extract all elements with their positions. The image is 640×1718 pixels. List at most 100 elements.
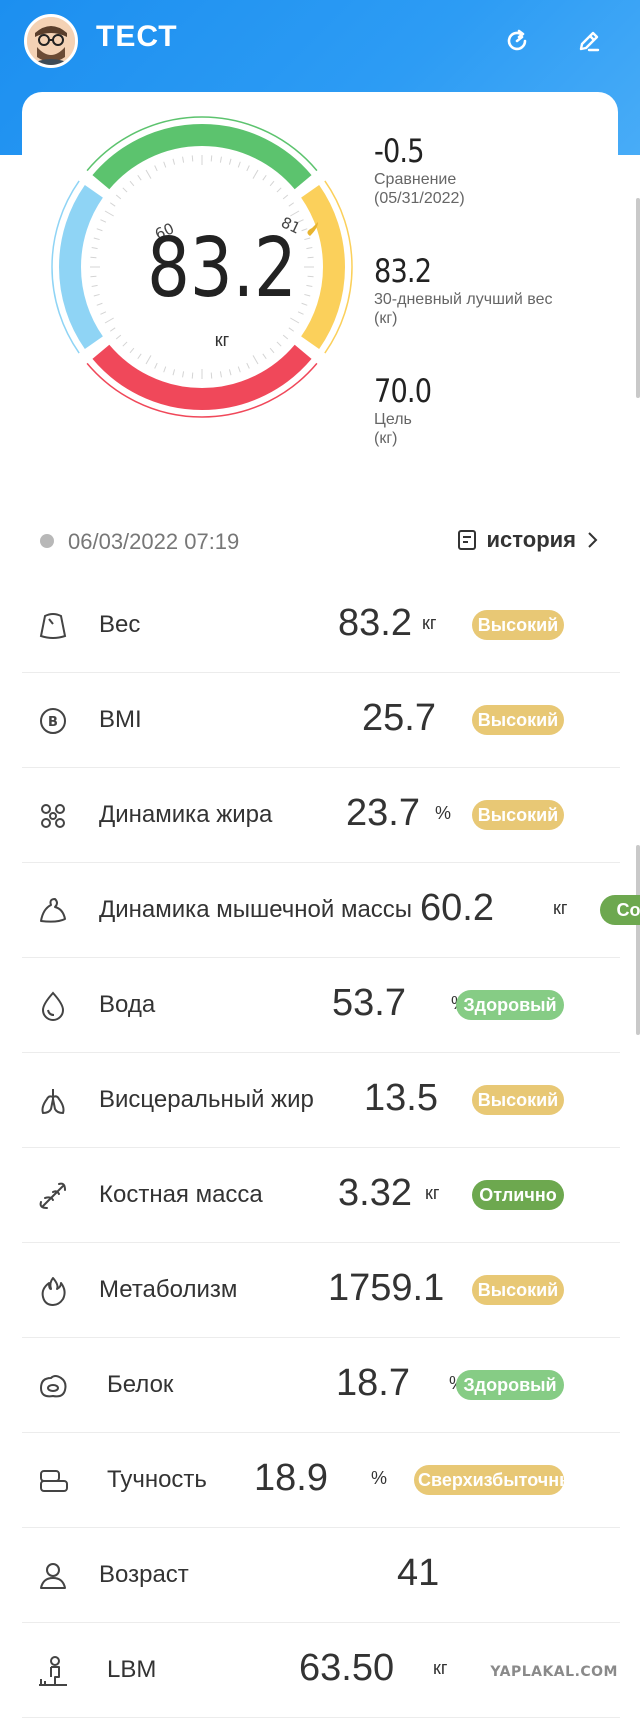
metrics-list: Вес 83.2 кг Высокий B BMI 25.7 Высокий Динамика … bbox=[22, 578, 640, 1718]
status-badge: Отлично bbox=[472, 1180, 564, 1210]
gauge-tick bbox=[163, 161, 167, 168]
gauge-tick bbox=[288, 202, 295, 207]
status-badge: Сверхизбыточный bbox=[414, 1465, 564, 1495]
status-badge: Высокий bbox=[472, 800, 564, 830]
gauge-tick bbox=[262, 353, 267, 360]
metric-row[interactable]: Вода53.7%Здоровый bbox=[22, 958, 620, 1053]
goal-label: Цель bbox=[374, 411, 412, 428]
gauge-tick bbox=[219, 156, 222, 163]
gauge-tick bbox=[129, 347, 135, 354]
metric-row[interactable]: B BMI 25.7 Высокий bbox=[22, 673, 620, 768]
gauge-tick bbox=[246, 165, 250, 172]
gauge-tick bbox=[276, 341, 282, 347]
body-icon bbox=[39, 1656, 67, 1686]
metric-name: Костная масса bbox=[99, 1181, 263, 1208]
chevron-right-icon bbox=[588, 532, 598, 548]
metric-row[interactable]: Вес 83.2 кг Высокий bbox=[22, 578, 620, 673]
gauge-tick bbox=[115, 194, 122, 200]
history-doc-icon bbox=[457, 530, 476, 550]
gauge-tick bbox=[297, 311, 304, 315]
metric-value: 1759.1 bbox=[328, 1267, 445, 1309]
metric-value: 3.32 bbox=[338, 1172, 412, 1214]
metric-row[interactable]: Висцеральный жир 13.5 Высокий bbox=[22, 1053, 620, 1148]
gauge-tick bbox=[228, 369, 232, 376]
protein-icon bbox=[39, 1375, 67, 1398]
gauge-tick bbox=[137, 174, 142, 181]
metric-name: Вес bbox=[99, 611, 141, 638]
gauge-tick bbox=[262, 174, 267, 181]
scale-icon bbox=[39, 613, 67, 639]
gauge-tick bbox=[228, 158, 232, 165]
gauge-tick bbox=[90, 256, 97, 259]
gauge-weight-value: 83.2 bbox=[147, 219, 297, 315]
best-weight-label: 30-дневный лучший вес bbox=[374, 291, 553, 308]
gauge-tick bbox=[91, 247, 98, 250]
gauge-tick bbox=[219, 371, 222, 378]
history-link[interactable]: история bbox=[457, 527, 598, 553]
metric-row[interactable]: Тучность 18.9% Сверхизбыточный bbox=[22, 1433, 620, 1528]
compare-value: -0.5 bbox=[374, 132, 425, 170]
scrollbar-top[interactable] bbox=[636, 198, 640, 398]
weight-gauge: 60 81 83.2 кг bbox=[51, 116, 353, 418]
gauge-tick bbox=[288, 327, 295, 332]
gauge-tick bbox=[246, 362, 250, 369]
metric-row[interactable]: Динамика жира 23.7% Высокий bbox=[22, 768, 620, 863]
metric-row[interactable]: Возраст 41 bbox=[22, 1528, 620, 1623]
metric-value: 60.2 bbox=[420, 887, 494, 929]
metric-value: 25.7 bbox=[362, 697, 436, 739]
gauge-tick bbox=[276, 187, 282, 193]
status-badge: Высокий bbox=[472, 1085, 564, 1115]
goal-stat: 70.0 Цель (кг) bbox=[374, 372, 441, 448]
refresh-icon bbox=[507, 29, 527, 51]
gauge-tick bbox=[237, 161, 241, 168]
gauge-tick bbox=[115, 334, 122, 340]
gauge-tick bbox=[191, 372, 194, 379]
gauge-tick bbox=[191, 155, 194, 162]
status-badge: Сов bbox=[600, 895, 640, 925]
metric-unit: % bbox=[371, 1468, 388, 1488]
metric-value: 83.2 bbox=[338, 602, 412, 644]
gauge-tick bbox=[307, 275, 314, 278]
gauge-tick bbox=[301, 228, 308, 232]
gauge-tick bbox=[109, 202, 116, 207]
gauge-tick bbox=[104, 210, 114, 217]
metric-value: 63.50 bbox=[299, 1647, 395, 1689]
scrollbar-middle[interactable] bbox=[636, 845, 640, 1035]
gauge-tick bbox=[145, 355, 152, 365]
gauge-tick bbox=[172, 369, 176, 376]
history-label: история bbox=[486, 527, 576, 552]
gauge-tick bbox=[100, 311, 107, 315]
edit-button[interactable] bbox=[566, 18, 612, 64]
metric-name: LBM bbox=[107, 1656, 157, 1683]
gauge-tick bbox=[306, 247, 313, 250]
gauge-tick bbox=[304, 237, 311, 241]
metric-row[interactable]: Белок18.7%Здоровый bbox=[22, 1338, 620, 1433]
gauge-tick bbox=[252, 355, 259, 365]
gauge-tick bbox=[182, 156, 185, 163]
gauge-tick bbox=[182, 371, 185, 378]
metric-value: 53.7 bbox=[332, 982, 406, 1024]
gauge-tick bbox=[252, 169, 259, 179]
gauge-tick bbox=[93, 237, 100, 241]
metric-value: 41 bbox=[397, 1552, 440, 1594]
status-badge: Высокий bbox=[472, 705, 564, 735]
water-icon bbox=[41, 991, 65, 1021]
gauge-tick bbox=[96, 228, 103, 232]
muscle-icon bbox=[40, 898, 66, 923]
metric-unit: % bbox=[435, 803, 452, 823]
record-bar: 06/03/2022 07:19 история bbox=[40, 527, 620, 557]
metric-row[interactable]: Костная масса 3.32 кг Отлично bbox=[22, 1148, 620, 1243]
sync-button[interactable] bbox=[494, 18, 540, 64]
avatar[interactable] bbox=[24, 14, 78, 68]
status-badge: Высокий bbox=[472, 1275, 564, 1305]
gauge-tick bbox=[237, 366, 241, 373]
compare-label: Сравнение bbox=[374, 171, 457, 188]
metric-value: 18.9 bbox=[254, 1457, 328, 1499]
status-badge: Высокий bbox=[472, 610, 564, 640]
gauge-tick bbox=[100, 219, 107, 223]
metric-row[interactable]: Динамика мышечной массы 60.2 кг Сов bbox=[22, 863, 640, 958]
gauge-tick bbox=[210, 372, 213, 379]
metric-name: Вода bbox=[99, 991, 156, 1018]
metric-row[interactable]: Метаболизм 1759.1 Высокий bbox=[22, 1243, 620, 1338]
gauge-tick bbox=[269, 347, 275, 354]
